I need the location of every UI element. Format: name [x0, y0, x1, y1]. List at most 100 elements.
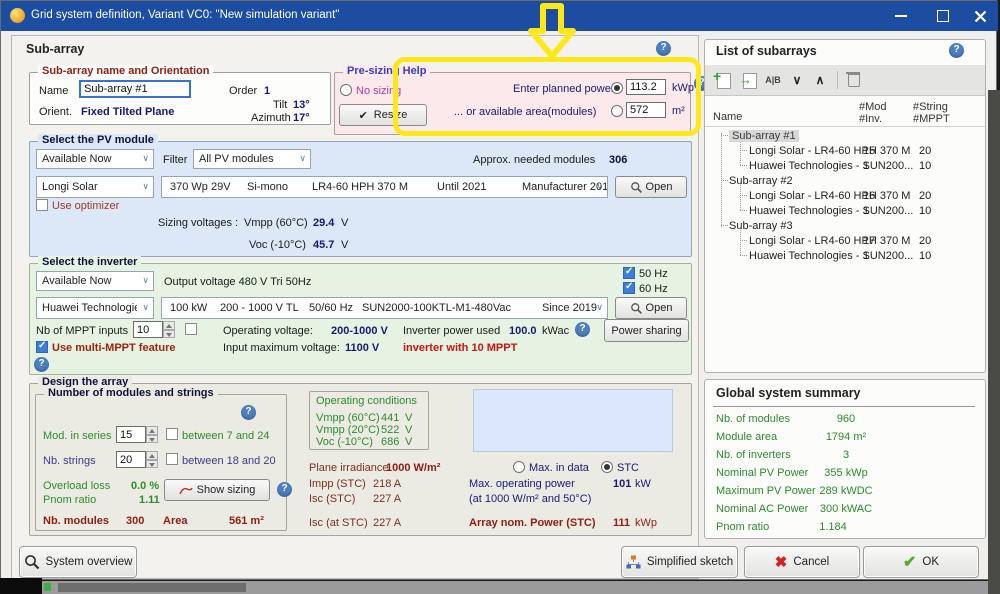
vmpp-unit: V — [341, 217, 348, 229]
output-voltage-label: Output voltage 480 V Tri 50Hz — [164, 276, 311, 288]
vmpp-value: 29.4 — [313, 217, 334, 229]
tree-leaf-inverter[interactable]: Huawei Technologies - SUN200... — [749, 248, 913, 263]
tree-value-mod: 1 — [863, 160, 869, 172]
power-used-help-icon[interactable] — [575, 322, 590, 337]
add-subarray-button[interactable] — [711, 69, 733, 91]
pv-spec-until: Until 2021 — [437, 181, 487, 193]
inverter-model-dropdown[interactable]: 100 kW 200 - 1000 V TL 50/60 Hz SUN2000-… — [161, 297, 608, 319]
strings-range-checkbox[interactable] — [166, 453, 178, 465]
inverter-help-icon[interactable] — [34, 357, 49, 372]
azimuth-label: Azimuth — [251, 112, 291, 124]
stc-radio[interactable] — [601, 461, 613, 473]
strings-input[interactable] — [116, 451, 146, 468]
cancel-button[interactable]: Cancel — [744, 546, 860, 578]
mod-series-stepper[interactable] — [146, 426, 158, 443]
minimize-icon — [895, 15, 907, 17]
subarray-list-help-icon[interactable] — [949, 43, 964, 58]
resize-button[interactable]: Resize — [339, 104, 427, 126]
close-button[interactable] — [963, 1, 997, 31]
simplified-sketch-label: Simplified sketch — [647, 556, 733, 568]
area-mode-radio[interactable] — [611, 105, 623, 117]
no-sizing-radio[interactable] — [340, 84, 352, 96]
power-sharing-button[interactable]: Power sharing — [604, 319, 689, 342]
modules-strings-help-icon[interactable] — [241, 405, 256, 420]
tree-leaf-inverter[interactable]: Huawei Technologies - SUN200... — [749, 203, 913, 218]
duplicate-subarray-button[interactable] — [737, 69, 759, 91]
overload-value: 0.0 % — [131, 480, 159, 492]
isc-stc-label: Isc (STC) — [309, 493, 355, 505]
pv-open-label: Open — [646, 181, 673, 193]
inverter-manufacturer-dropdown[interactable]: Huawei Technologies — [36, 297, 154, 319]
isc-at-stc-value: 227 A — [373, 517, 401, 529]
rename-subarray-button[interactable] — [762, 69, 784, 91]
tree-leaf-module[interactable]: Longi Solar - LR4-60 HPH 370 M — [749, 143, 910, 158]
tree-node-subarray[interactable]: Sub-array #2 — [729, 173, 793, 188]
show-sizing-help-icon[interactable] — [277, 482, 292, 497]
tree-leaf-module[interactable]: Longi Solar - LR4-60 HPH 370 M — [749, 233, 910, 248]
approx-modules-label: Approx. needed modules — [473, 154, 595, 166]
operating-voltage-value: 200-1000 V — [331, 325, 388, 337]
area-input[interactable] — [626, 102, 666, 118]
impp-stc-value: 218 A — [373, 478, 401, 490]
pv-manufacturer-dropdown[interactable]: Longi Solar — [36, 176, 154, 198]
delete-subarray-button[interactable] — [843, 69, 865, 91]
inverter-open-button[interactable]: Open — [615, 297, 687, 319]
move-down-button[interactable] — [786, 69, 808, 91]
tree-leaf-module[interactable]: Longi Solar - LR4-60 HPH 370 M — [749, 188, 910, 203]
area-value: 561 m² — [229, 515, 264, 527]
mod-series-input[interactable] — [116, 426, 146, 443]
summary-label: Nominal AC Power — [716, 503, 808, 515]
multi-mppt-checkbox[interactable] — [36, 341, 48, 353]
name-orientation-title: Sub-array name and Orientation — [38, 65, 213, 77]
subarray-name-input[interactable] — [79, 80, 191, 98]
screen: Grid system definition, Variant VC0: "Ne… — [0, 0, 1000, 594]
mppt-option-checkbox[interactable] — [185, 323, 197, 335]
use-optimizer-checkbox[interactable] — [36, 199, 48, 211]
pv-filter-dropdown[interactable]: All PV modules — [193, 149, 311, 169]
order-label: Order — [229, 85, 257, 97]
mod-series-label: Mod. in series — [43, 430, 111, 442]
ok-label: OK — [922, 556, 939, 568]
tree-node-subarray[interactable]: Sub-array #3 — [729, 218, 793, 233]
tree-leaf-inverter[interactable]: Huawei Technologies - SUN200... — [749, 158, 913, 173]
pv-open-button[interactable]: Open — [615, 176, 687, 198]
nb-modules-label: Nb. modules — [43, 515, 109, 527]
inverter-availability-dropdown[interactable]: Available Now — [36, 271, 154, 291]
summary-value: 1.184 — [783, 521, 883, 533]
hz60-checkbox[interactable] — [623, 282, 635, 294]
max-operating-power-unit: kW — [635, 478, 651, 490]
move-up-button[interactable] — [809, 69, 831, 91]
pv-availability-value: Available Now — [42, 153, 112, 165]
pv-availability-dropdown[interactable]: Available Now — [36, 149, 154, 169]
window-title: Grid system definition, Variant VC0: "Ne… — [31, 9, 339, 21]
show-sizing-button[interactable]: Show sizing — [164, 479, 270, 501]
summary-label: Module area — [716, 431, 777, 443]
tree-node-subarray[interactable]: Sub-array #1 — [729, 128, 799, 143]
mppt-stepper[interactable] — [163, 321, 175, 338]
tree-node-label: Sub-array #2 — [729, 175, 793, 187]
tree-value-str: 20 — [919, 235, 931, 247]
hz50-checkbox[interactable] — [623, 267, 635, 279]
voc-unit: V — [341, 239, 348, 251]
strings-stepper[interactable] — [146, 451, 158, 468]
input-max-voltage-label: Input maximum voltage: — [223, 342, 340, 354]
pnom-value: 1.11 — [139, 494, 160, 506]
minimize-button[interactable] — [884, 1, 918, 31]
app-window: Grid system definition, Variant VC0: "Ne… — [0, 0, 997, 580]
subarray-help-icon[interactable] — [656, 41, 671, 56]
mod-series-range-checkbox[interactable] — [166, 428, 178, 440]
system-overview-button[interactable]: System overview — [19, 546, 137, 578]
ok-button[interactable]: OK — [863, 546, 979, 578]
inverter-manufacturer-value: Huawei Technologies — [42, 302, 137, 314]
maximize-button[interactable] — [926, 1, 960, 31]
planned-power-input[interactable] — [626, 79, 666, 95]
mppt-inputs-input[interactable] — [133, 321, 163, 338]
name-label: Name — [39, 85, 68, 97]
planned-power-radio[interactable] — [611, 82, 623, 94]
pv-module-dropdown[interactable]: 370 Wp 29V Si-mono LR4-60 HPH 370 M Unti… — [161, 176, 608, 198]
max-in-data-radio[interactable] — [513, 461, 525, 473]
simplified-sketch-button[interactable]: Simplified sketch — [621, 546, 738, 578]
maximize-icon — [937, 10, 949, 22]
cond-vmpp20-value: 522 — [381, 424, 399, 436]
tree-value-mod: 16 — [863, 190, 875, 202]
